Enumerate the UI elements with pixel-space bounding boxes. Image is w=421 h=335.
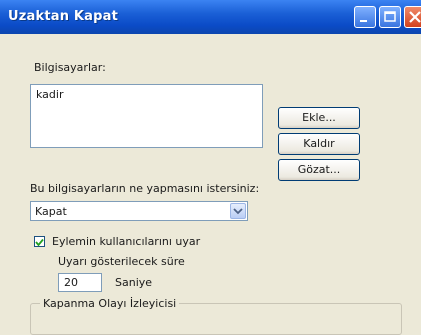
computers-label: Bilgisayarlar: bbox=[34, 61, 106, 74]
dropdown-arrow-button[interactable] bbox=[230, 203, 246, 219]
list-item[interactable]: kadir bbox=[36, 88, 63, 101]
add-button[interactable]: Ekle... bbox=[278, 107, 360, 129]
browse-button[interactable]: Gözat... bbox=[278, 159, 360, 181]
minimize-icon bbox=[360, 20, 367, 22]
warn-users-checkbox[interactable] bbox=[34, 236, 45, 247]
close-button[interactable] bbox=[404, 6, 421, 28]
window-title: Uzaktan Kapat bbox=[8, 9, 119, 24]
close-icon bbox=[409, 11, 421, 23]
seconds-input[interactable]: 20 bbox=[58, 273, 102, 292]
event-tracker-label: Kapanma Olayı İzleyicisi bbox=[40, 297, 180, 310]
title-bar[interactable]: Uzaktan Kapat bbox=[0, 0, 421, 34]
maximize-icon bbox=[384, 11, 396, 22]
computers-list[interactable]: kadir bbox=[30, 84, 263, 148]
seconds-unit-label: Saniye bbox=[115, 276, 153, 289]
checkmark-icon bbox=[35, 238, 44, 247]
chevron-down-icon bbox=[233, 208, 243, 215]
warn-users-label: Eylemin kullanıcılarını uyar bbox=[52, 235, 201, 248]
action-select[interactable]: Kapat bbox=[30, 201, 248, 221]
remove-button[interactable]: Kaldır bbox=[278, 133, 360, 155]
seconds-value: 20 bbox=[64, 276, 78, 289]
warn-duration-label: Uyarı gösterilecek süre bbox=[58, 255, 185, 268]
shutdown-dialog: Uzaktan Kapat Bilgisayarlar: kadir Ekle.… bbox=[0, 0, 421, 335]
maximize-button[interactable] bbox=[379, 6, 401, 28]
minimize-button[interactable] bbox=[354, 6, 376, 28]
action-label: Bu bilgisayarların ne yapmasını istersin… bbox=[30, 182, 260, 195]
action-select-value: Kapat bbox=[35, 205, 67, 218]
